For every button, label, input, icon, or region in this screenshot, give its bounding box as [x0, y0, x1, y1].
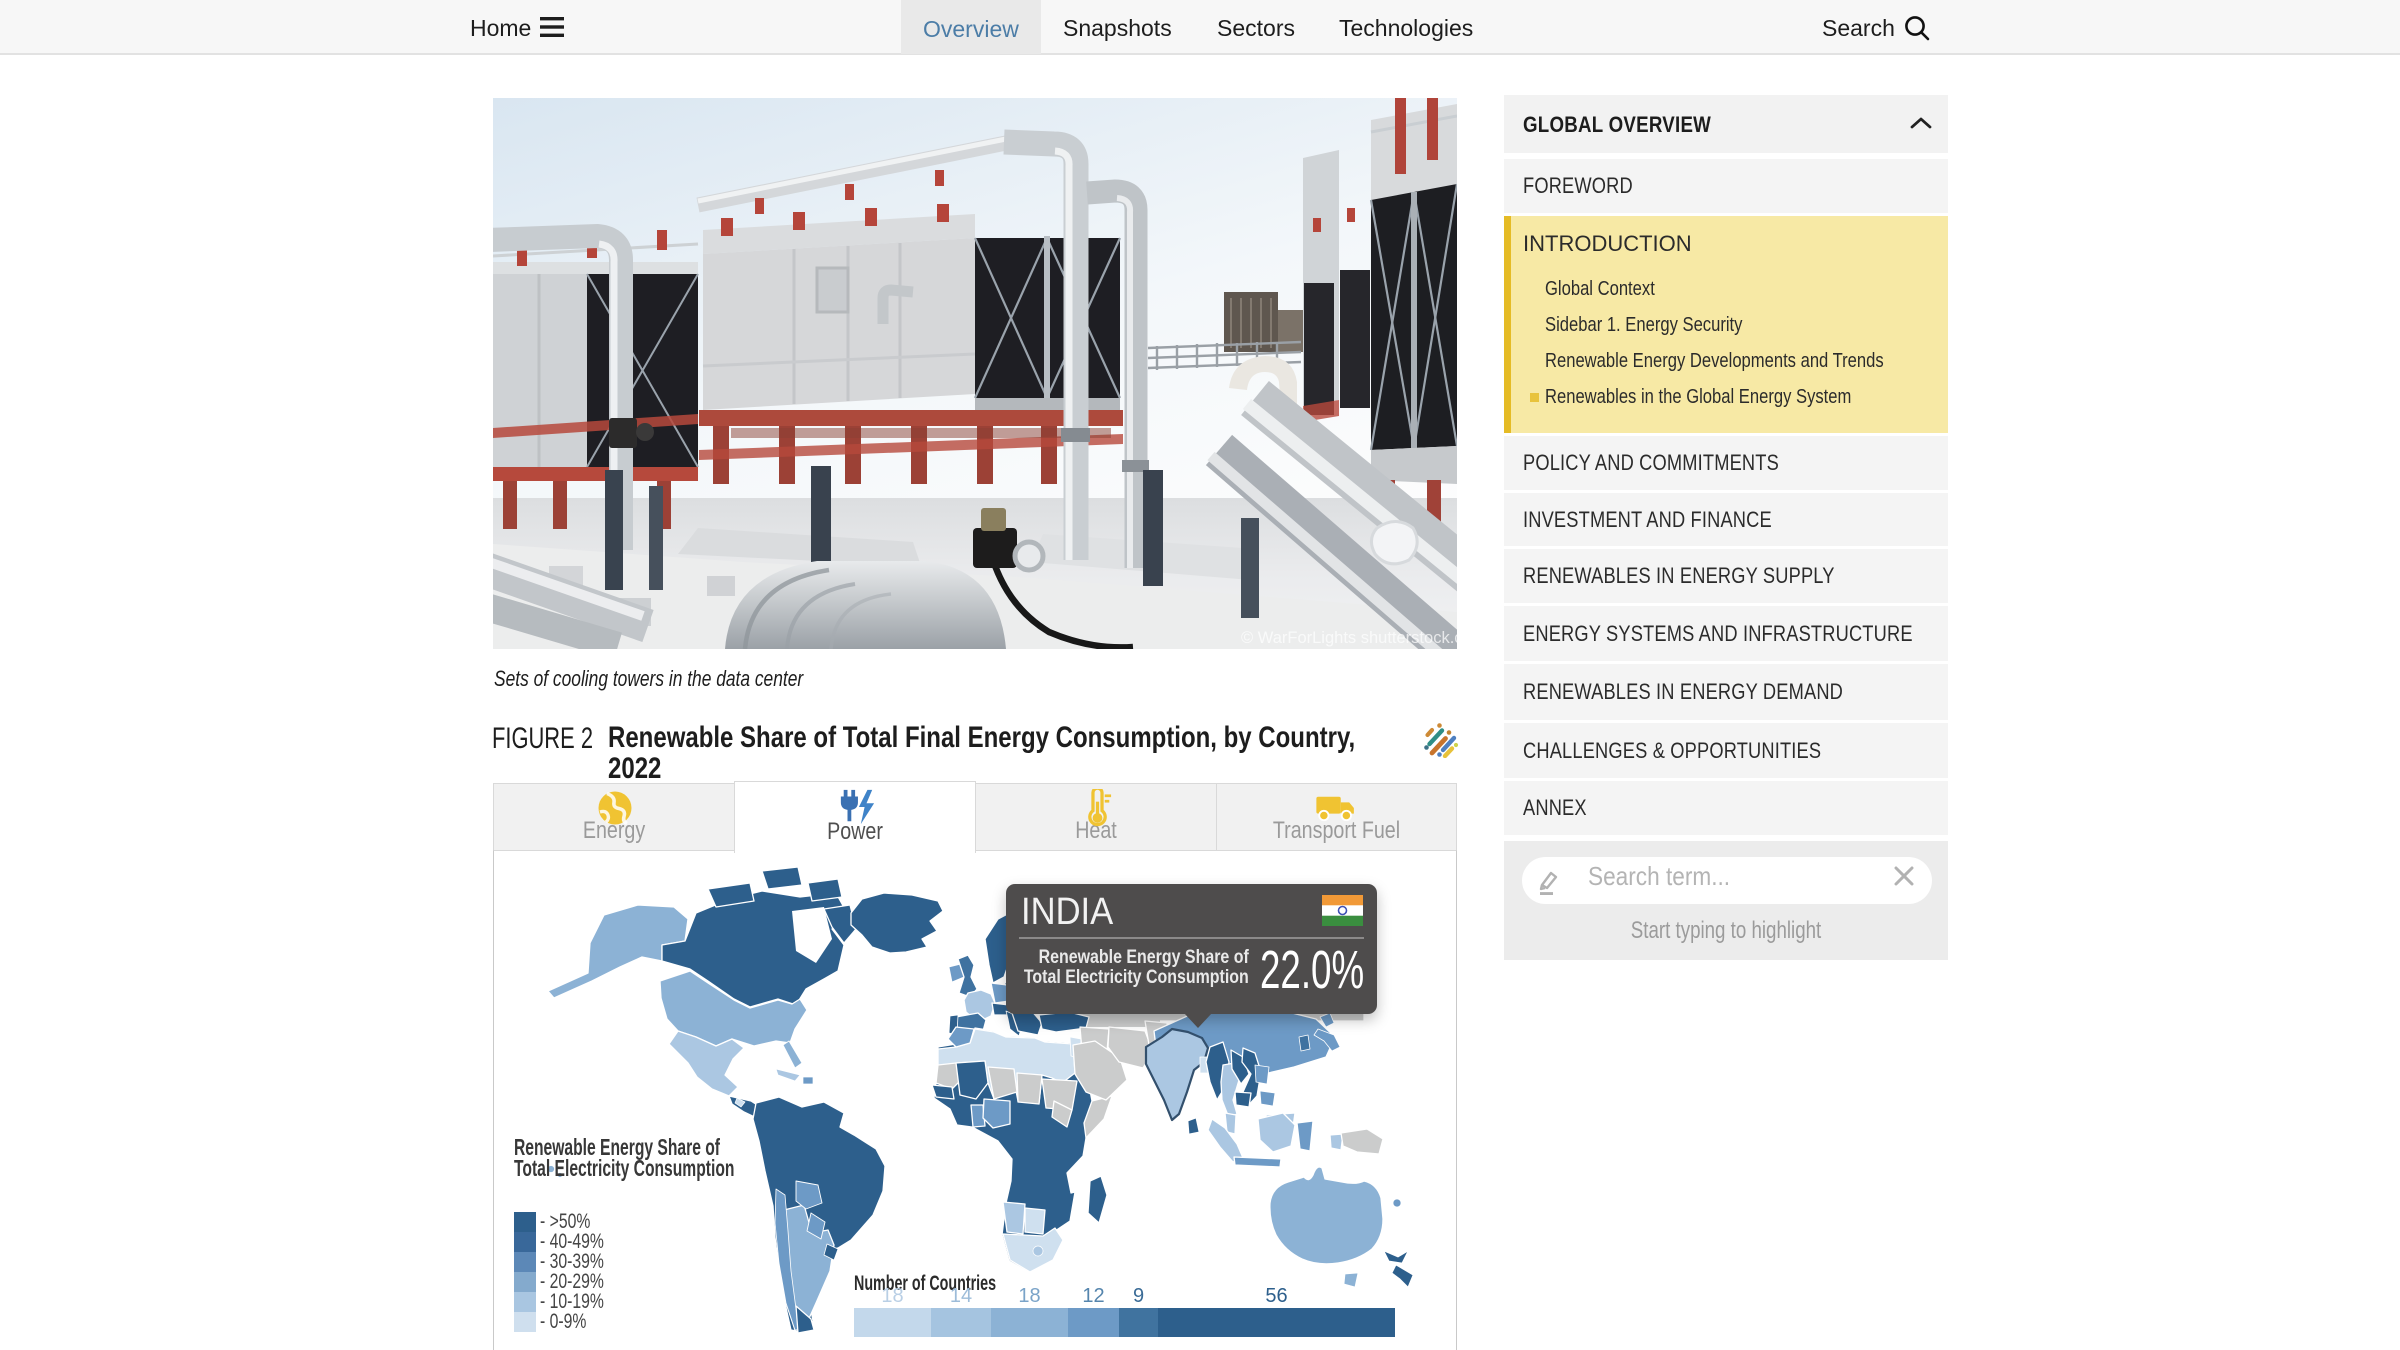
svg-text:© WarForLights shutterstock.co: © WarForLights shutterstock.com — [1241, 629, 1457, 647]
